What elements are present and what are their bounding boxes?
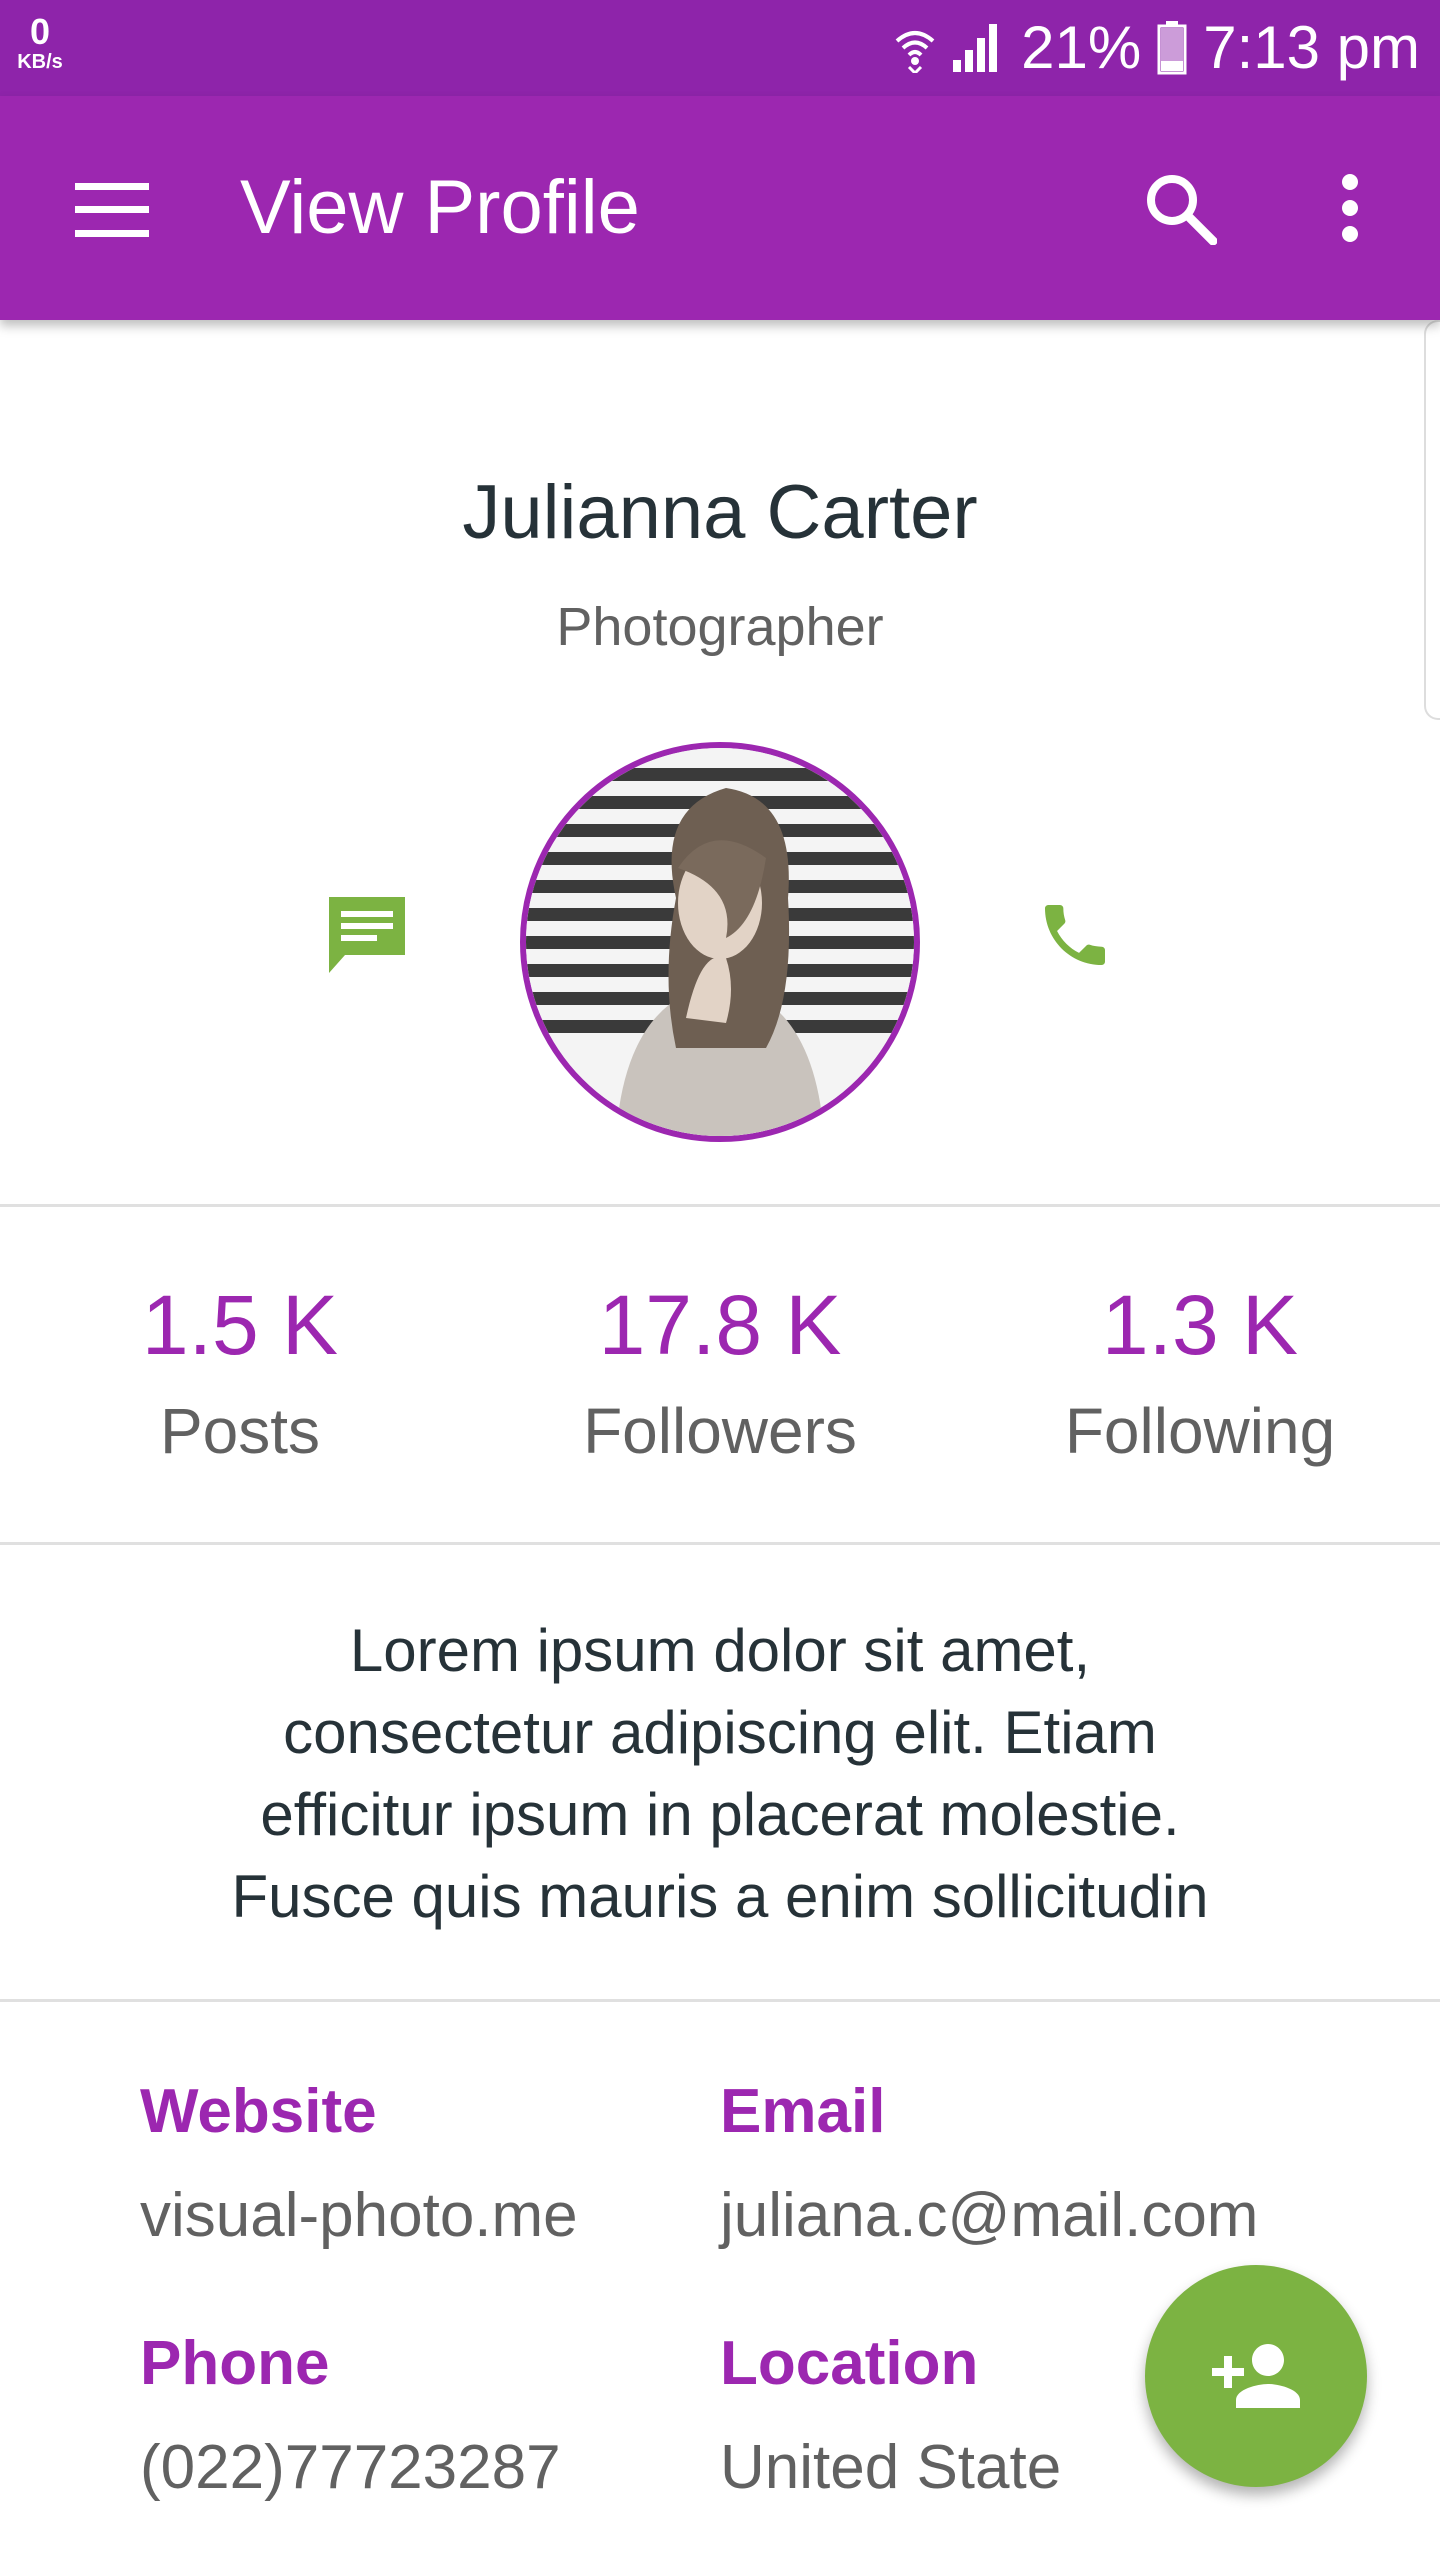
location-label: Location bbox=[720, 2329, 979, 2398]
bio-line: Fusce quis mauris a enim sollicitudin bbox=[231, 1863, 1209, 1930]
person-add-icon bbox=[1212, 2344, 1300, 2408]
network-speed-value: 0 bbox=[29, 11, 51, 52]
wifi-icon bbox=[895, 31, 935, 73]
call-button[interactable] bbox=[1020, 880, 1130, 990]
stat-following[interactable]: 1.3 K Following bbox=[960, 1270, 1440, 1476]
clock: 7:13 pm bbox=[1203, 14, 1420, 81]
avatar-photo bbox=[526, 748, 914, 1136]
stat-followers[interactable]: 17.8 K Followers bbox=[480, 1270, 960, 1476]
status-icons: 21% 7:13 pm bbox=[893, 0, 1420, 96]
location-value: United State bbox=[720, 2433, 1062, 2502]
divider bbox=[0, 1999, 1440, 2002]
phone-icon bbox=[1045, 905, 1105, 965]
stat-label: Following bbox=[1064, 1395, 1336, 1467]
profile-name: Julianna Carter bbox=[462, 470, 978, 555]
stat-value: 1.3 K bbox=[1101, 1278, 1299, 1372]
network-speed-unit: KB/s bbox=[17, 51, 63, 73]
battery-icon bbox=[1157, 21, 1187, 75]
add-friend-fab[interactable] bbox=[1145, 2265, 1367, 2487]
phone-label: Phone bbox=[140, 2329, 330, 2398]
bio-line: consectetur adipiscing elit. Etiam bbox=[283, 1699, 1157, 1766]
status-bar: 0 KB/s 21% 7:13 pm bbox=[0, 0, 1440, 96]
network-speed: 0 KB/s bbox=[10, 11, 70, 73]
search-button[interactable] bbox=[1130, 158, 1230, 258]
avatar[interactable] bbox=[520, 742, 920, 1142]
menu-icon bbox=[75, 183, 149, 237]
app-bar: View Profile bbox=[0, 96, 1440, 320]
battery-percent: 21% bbox=[1021, 14, 1142, 81]
stat-label: Followers bbox=[583, 1395, 857, 1467]
website-label: Website bbox=[140, 2077, 377, 2146]
bio-line: efficitur ipsum in placerat molestie. bbox=[260, 1781, 1180, 1848]
search-icon bbox=[1147, 175, 1217, 245]
stat-posts[interactable]: 1.5 K Posts bbox=[0, 1270, 480, 1476]
stat-label: Posts bbox=[159, 1395, 321, 1467]
bio-line: Lorem ipsum dolor sit amet, bbox=[349, 1617, 1091, 1684]
profile-role: Photographer bbox=[556, 597, 884, 657]
phone-number[interactable]: (022)77723287 bbox=[140, 2428, 561, 2508]
stat-value: 1.5 K bbox=[141, 1278, 339, 1372]
email-label: Email bbox=[720, 2077, 886, 2146]
divider bbox=[0, 1542, 1440, 1545]
menu-button[interactable] bbox=[62, 160, 162, 260]
bio: Lorem ipsum dolor sit amet, consectetur … bbox=[150, 1610, 1290, 1938]
signal-icon bbox=[953, 24, 998, 72]
email-link[interactable]: juliana.c@mail.com bbox=[720, 2176, 1258, 2256]
more-vert-icon bbox=[1342, 174, 1358, 242]
divider bbox=[0, 1204, 1440, 1207]
screen: 0 KB/s 21% 7:13 pm View Profile Julianna… bbox=[0, 0, 1440, 2560]
message-button[interactable] bbox=[312, 880, 422, 990]
page-title: View Profile bbox=[240, 165, 640, 250]
website-link[interactable]: visual-photo.me bbox=[140, 2176, 578, 2256]
message-icon bbox=[329, 897, 405, 973]
stat-value: 17.8 K bbox=[598, 1278, 842, 1372]
more-options-button[interactable] bbox=[1300, 158, 1400, 258]
